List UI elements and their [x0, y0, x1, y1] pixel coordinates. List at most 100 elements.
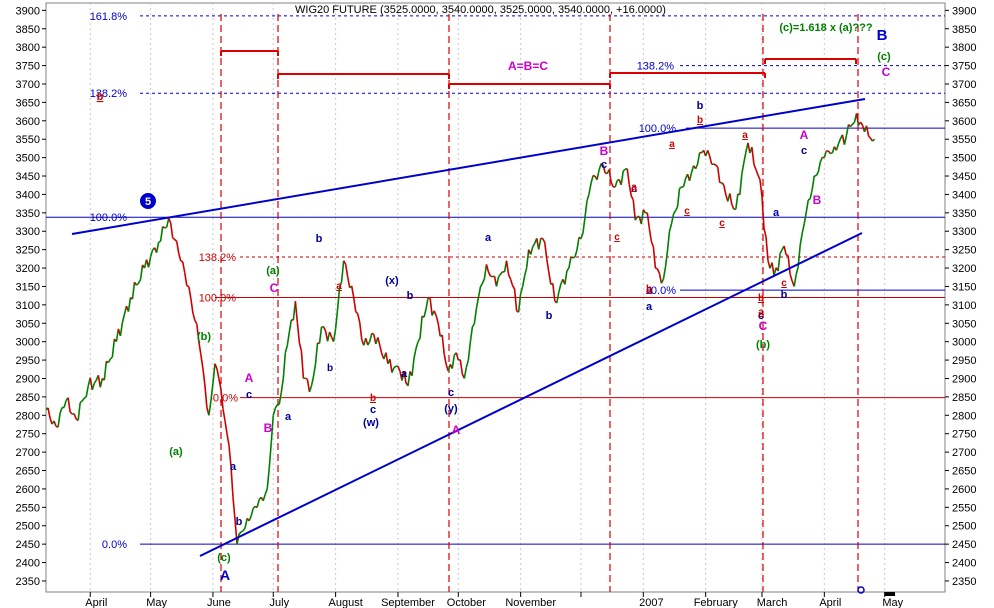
scroll-thumb[interactable]: [885, 592, 895, 596]
fib-line-label: 161.8%: [90, 11, 128, 23]
wave-label: (a): [169, 446, 183, 458]
wave-label: b: [97, 91, 104, 103]
wave-label: (a): [266, 265, 280, 277]
y-tick-label-right: 2950: [952, 355, 976, 367]
fib-line-label: 0.0%: [102, 539, 127, 551]
wave-label: A: [800, 128, 809, 142]
y-tick-label-left: 3150: [16, 281, 40, 293]
y-tick-label-left: 2600: [16, 484, 40, 496]
wave-label: b: [316, 233, 323, 245]
chart-title: WIG20 FUTURE (3525.0000, 3540.0000, 3525…: [295, 4, 666, 16]
wave-label: A=B=C: [508, 59, 548, 73]
y-tick-label-left: 3000: [16, 337, 40, 349]
y-tick-label-right: 3650: [952, 97, 976, 109]
y-tick-label-right: 2650: [952, 466, 976, 478]
x-tick-label: March: [757, 597, 788, 608]
wave-label: (c)=1.618 x (a)???: [779, 22, 873, 34]
price-chart: 161.8% 138.2% 100.0% 0.0% 138.2% 100.0% 0.0% 13…: [16, 2, 976, 608]
y-tick-label-left: 3500: [16, 153, 40, 165]
x-tick-label: May: [882, 597, 903, 608]
y-tick-label-right: 3900: [952, 5, 976, 17]
y-tick-label-left: 2500: [16, 521, 40, 533]
y-tick-label-left: 3100: [16, 300, 40, 312]
y-tick-label-right: 2400: [952, 558, 976, 570]
y-axis-right: 2350 2400 2450 2500 2550 2600 2650 2700 2750 2800…: [945, 5, 976, 588]
wave-label: c: [614, 232, 620, 243]
wave-label: (c): [217, 552, 231, 564]
wave-label: a: [773, 207, 780, 219]
wave-label: c: [246, 389, 252, 401]
wave-label: a: [230, 461, 237, 473]
wave-label: b: [697, 115, 703, 126]
x-tick-label: August: [329, 597, 363, 608]
y-tick-label-left: 3400: [16, 189, 40, 201]
wave-label: a: [631, 182, 637, 193]
x-tick-label: 2007: [639, 597, 663, 608]
y-tick-label-right: 2850: [952, 392, 976, 404]
y-tick-label-left: 3450: [16, 171, 40, 183]
price-segment: [830, 152, 833, 155]
x-axis: April May June July August September October No…: [85, 592, 904, 608]
wave-label: b: [407, 290, 414, 302]
x-tick-label: April: [85, 597, 107, 608]
y-tick-label-left: 3200: [16, 263, 40, 275]
y-tick-label-left: 3800: [16, 42, 40, 54]
y-tick-label-left: 2550: [16, 502, 40, 514]
y-tick-label-left: 3350: [16, 208, 40, 220]
y-tick-label-left: 3850: [16, 24, 40, 36]
y-tick-label-right: 2350: [952, 576, 976, 588]
y-tick-label-left: 3900: [16, 5, 40, 17]
y-tick-label-right: 3800: [952, 42, 976, 54]
wave-label: b: [370, 393, 376, 404]
price-segment: [679, 186, 682, 190]
y-tick-label-left: 2800: [16, 410, 40, 422]
wave-label: A: [245, 371, 254, 385]
wave-label: B: [813, 193, 822, 207]
wave-label: a: [742, 130, 748, 141]
wave-label: c: [781, 278, 787, 289]
price-segment: [427, 296, 431, 299]
wave-label: a: [285, 411, 292, 423]
y-tick-label-left: 3050: [16, 318, 40, 330]
y-tick-label-right: 2900: [952, 373, 976, 385]
y-tick-label-right: 3300: [952, 226, 976, 238]
wave-label: b: [646, 284, 652, 295]
wave-label: a: [336, 281, 342, 292]
y-tick-label-right: 3550: [952, 134, 976, 146]
y-tick-label-left: 2850: [16, 392, 40, 404]
wave-label: C: [882, 65, 891, 79]
price-segment: [572, 256, 576, 259]
y-tick-label-right: 3200: [952, 263, 976, 275]
y-tick-label-right: 2550: [952, 502, 976, 514]
wave-label: c: [801, 145, 807, 157]
wave-label: c: [448, 387, 454, 399]
price-segment: [570, 256, 574, 259]
y-tick-label-left: 2900: [16, 373, 40, 385]
wave-label: (b): [197, 331, 211, 343]
y-tick-label-right: 3850: [952, 24, 976, 36]
y-tick-label-right: 2800: [952, 410, 976, 422]
wave-label: (y): [444, 403, 458, 415]
y-tick-label-right: 2600: [952, 484, 976, 496]
wave-label: (b): [756, 339, 770, 351]
y-tick-label-right: 2450: [952, 539, 976, 551]
y-tick-label-left: 3300: [16, 226, 40, 238]
price-segment: [186, 284, 190, 288]
y-tick-label-left: 2650: [16, 466, 40, 478]
y-tick-label-right: 3000: [952, 337, 976, 349]
wave-label: a: [485, 232, 492, 244]
wave-label: a: [401, 368, 408, 380]
wave-label: c: [684, 206, 690, 217]
y-tick-label-right: 3250: [952, 245, 976, 257]
y-tick-label-right: 3350: [952, 208, 976, 220]
x-tick-label: October: [447, 597, 486, 608]
wave-label: b: [697, 100, 704, 112]
fib-line-label: 100.0%: [199, 293, 237, 305]
price-segment: [158, 240, 162, 243]
x-tick-label: February: [694, 597, 739, 608]
wave-label: c: [370, 404, 376, 416]
y-tick-label-right: 2750: [952, 429, 976, 441]
y-tick-label-left: 3700: [16, 79, 40, 91]
y-tick-label-left: 2950: [16, 355, 40, 367]
wave-label: B: [264, 421, 273, 435]
